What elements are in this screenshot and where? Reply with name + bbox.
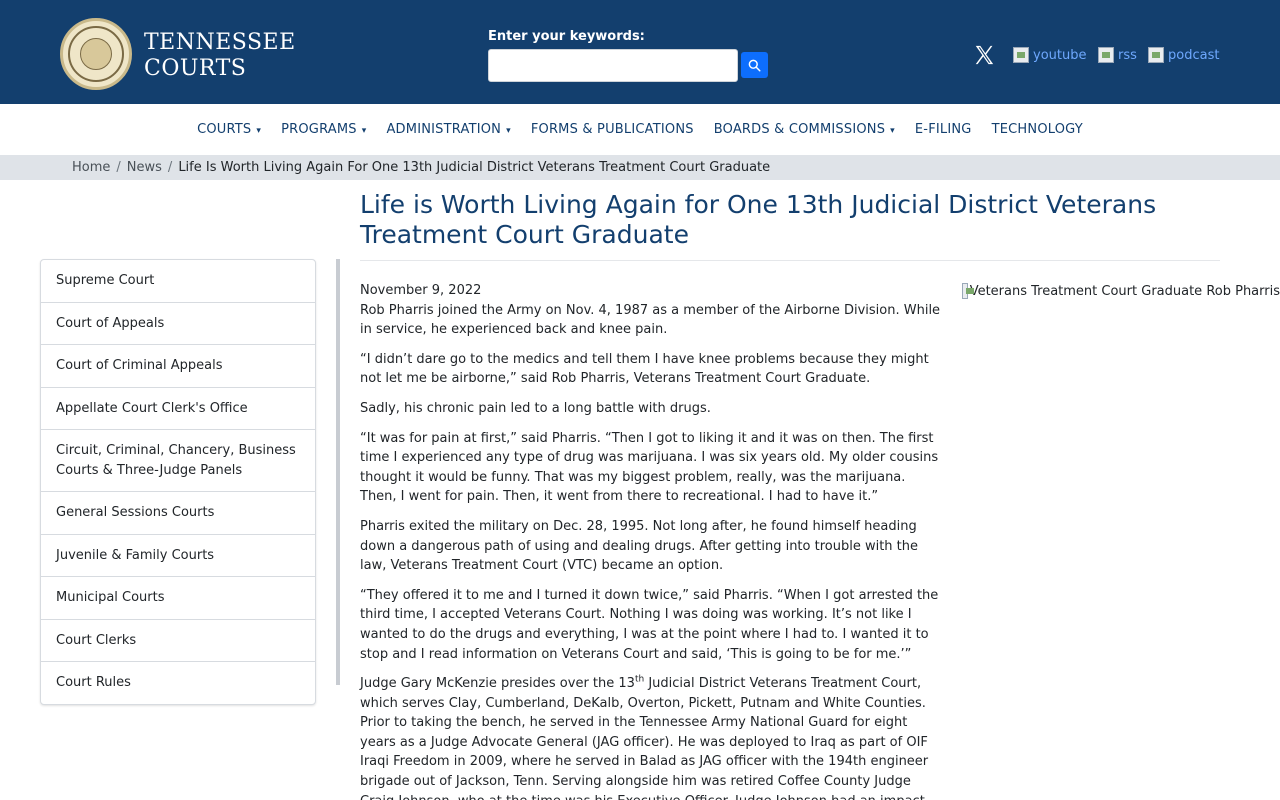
judiciary-seal-logo[interactable] <box>60 18 132 90</box>
article-image-alt: Veterans Treatment Court Graduate Rob Ph… <box>969 283 1280 299</box>
sidebar-item-juvenile-family[interactable]: Juvenile & Family Courts <box>41 535 315 577</box>
breadcrumb-current: Life Is Worth Living Again For One 13th … <box>178 160 771 175</box>
caret-down-icon: ▾ <box>890 126 895 136</box>
x-logo-icon <box>975 45 994 65</box>
breadcrumb-home[interactable]: Home <box>72 160 110 175</box>
breadcrumb: Home / News / Life Is Worth Living Again… <box>0 155 1280 180</box>
search-button[interactable] <box>741 52 768 78</box>
search-label: Enter your keywords: <box>488 29 645 44</box>
article-paragraph: “They offered it to me and I turned it d… <box>360 587 939 662</box>
caret-down-icon: ▾ <box>256 126 262 136</box>
youtube-label: youtube <box>1033 47 1087 63</box>
nav-programs-label: PROGRAMS <box>281 122 357 137</box>
site-header: TENNESSEE COURTS Enter your keywords: yo… <box>0 0 1280 104</box>
caret-down-icon: ▾ <box>361 126 367 136</box>
rss-social-link[interactable]: rss <box>1098 43 1137 67</box>
search-input[interactable] <box>488 49 738 82</box>
article-paragraph: “I didn’t dare go to the medics and tell… <box>360 351 929 387</box>
breadcrumb-separator: / <box>167 160 173 175</box>
podcast-social-link[interactable]: podcast <box>1148 43 1219 67</box>
logo-line-2: COURTS <box>144 56 247 81</box>
x-social-link[interactable] <box>973 43 995 67</box>
article-paragraph: Sadly, his chronic pain led to a long ba… <box>360 400 711 416</box>
nav-technology[interactable]: TECHNOLOGY <box>982 122 1093 137</box>
seal-figure-icon <box>80 38 112 70</box>
nav-boards-label: BOARDS & COMMISSIONS <box>713 122 886 137</box>
paragraph-text: Judicial District Veterans Treatment Cou… <box>360 676 929 800</box>
site-logo-text[interactable]: TENNESSEE COURTS <box>144 30 296 82</box>
main-nav: COURTS ▾ PROGRAMS ▾ ADMINISTRATION ▾ FORMS … <box>0 104 1280 155</box>
nav-forms-publications[interactable]: FORMS & PUBLICATIONS <box>521 122 704 137</box>
rss-icon <box>1098 47 1114 63</box>
rss-label: rss <box>1118 47 1137 63</box>
sidebar-item-general-sessions[interactable]: General Sessions Courts <box>41 492 315 535</box>
paragraph-text: Judge Gary McKenzie presides over the 13 <box>360 676 635 692</box>
article-image: Veterans Treatment Court Graduate Rob Ph… <box>962 281 1280 301</box>
podcast-icon <box>1148 47 1164 63</box>
nav-programs[interactable]: PROGRAMS ▾ <box>271 122 376 137</box>
nav-forms-label: FORMS & PUBLICATIONS <box>530 122 694 137</box>
sidebar-item-circuit-criminal-chancery[interactable]: Circuit, Criminal, Chancery, Business Co… <box>41 430 315 492</box>
sidebar-item-court-of-criminal-appeals[interactable]: Court of Criminal Appeals <box>41 345 315 388</box>
sidebar-item-appellate-clerk[interactable]: Appellate Court Clerk's Office <box>41 388 315 430</box>
article-paragraph: Rob Pharris joined the Army on Nov. 4, 1… <box>360 302 941 338</box>
court-sidebar-menu: Supreme Court Court of Appeals Court of … <box>40 259 316 705</box>
search-icon <box>748 59 761 72</box>
sidebar-item-municipal[interactable]: Municipal Courts <box>41 577 315 620</box>
breadcrumb-separator: / <box>116 160 121 175</box>
nav-courts-label: COURTS <box>197 122 252 137</box>
article-date: November 9, 2022 <box>360 283 482 298</box>
nav-technology-label: TECHNOLOGY <box>991 122 1083 137</box>
article-paragraph: Judge Gary McKenzie presides over the 13… <box>360 674 942 800</box>
youtube-social-link[interactable]: youtube <box>1013 43 1086 67</box>
page-title: Life is Worth Living Again for One 13th … <box>360 190 1157 249</box>
breadcrumb-news[interactable]: News <box>127 160 162 175</box>
nav-administration-label: ADMINISTRATION <box>386 122 502 137</box>
title-divider <box>360 260 1220 261</box>
nav-courts[interactable]: COURTS ▾ <box>187 122 271 137</box>
article-body: November 9, 2022 Rob Pharris joined the … <box>360 281 942 800</box>
nav-e-filing[interactable]: E-FILING <box>905 122 982 137</box>
nav-administration[interactable]: ADMINISTRATION ▾ <box>376 122 520 137</box>
seal-ring <box>68 26 124 82</box>
nav-efiling-label: E-FILING <box>914 122 972 137</box>
sidebar-item-court-of-appeals[interactable]: Court of Appeals <box>41 303 315 345</box>
ordinal-suffix: th <box>634 674 645 685</box>
broken-image-icon <box>962 283 974 299</box>
youtube-icon <box>1013 47 1029 63</box>
sidebar-item-court-clerks[interactable]: Court Clerks <box>41 620 315 662</box>
sidebar-item-supreme-court[interactable]: Supreme Court <box>41 260 315 303</box>
sidebar-item-court-rules[interactable]: Court Rules <box>41 662 315 704</box>
nav-boards-commissions[interactable]: BOARDS & COMMISSIONS ▾ <box>704 122 905 137</box>
logo-line-1: TENNESSEE <box>144 30 296 55</box>
article-paragraph: “It was for pain at first,” said Pharris… <box>360 430 939 505</box>
article-paragraph: Pharris exited the military on Dec. 28, … <box>360 518 919 574</box>
caret-down-icon: ▾ <box>506 126 511 136</box>
podcast-label: podcast <box>1168 47 1220 63</box>
sidebar-divider <box>336 259 340 685</box>
